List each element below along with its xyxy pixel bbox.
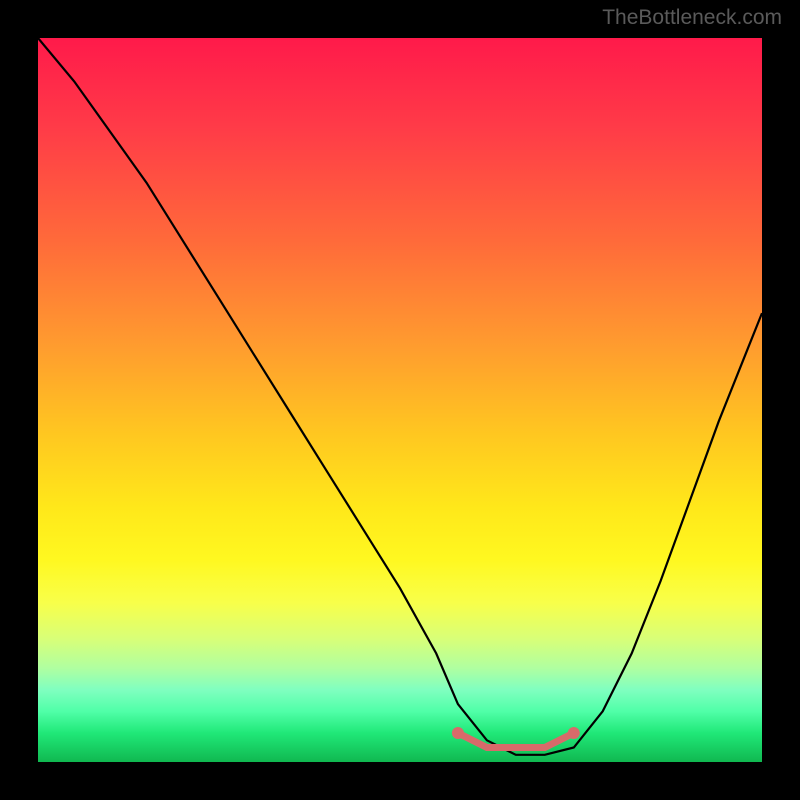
chart-plot-area: [38, 38, 762, 762]
chart-svg: [38, 38, 762, 762]
main-curve-path: [38, 38, 762, 755]
watermark-text: TheBottleneck.com: [602, 6, 782, 30]
flat-highlight-path: [458, 733, 574, 748]
highlight-point-right: [568, 727, 580, 739]
highlight-point-left: [452, 727, 464, 739]
